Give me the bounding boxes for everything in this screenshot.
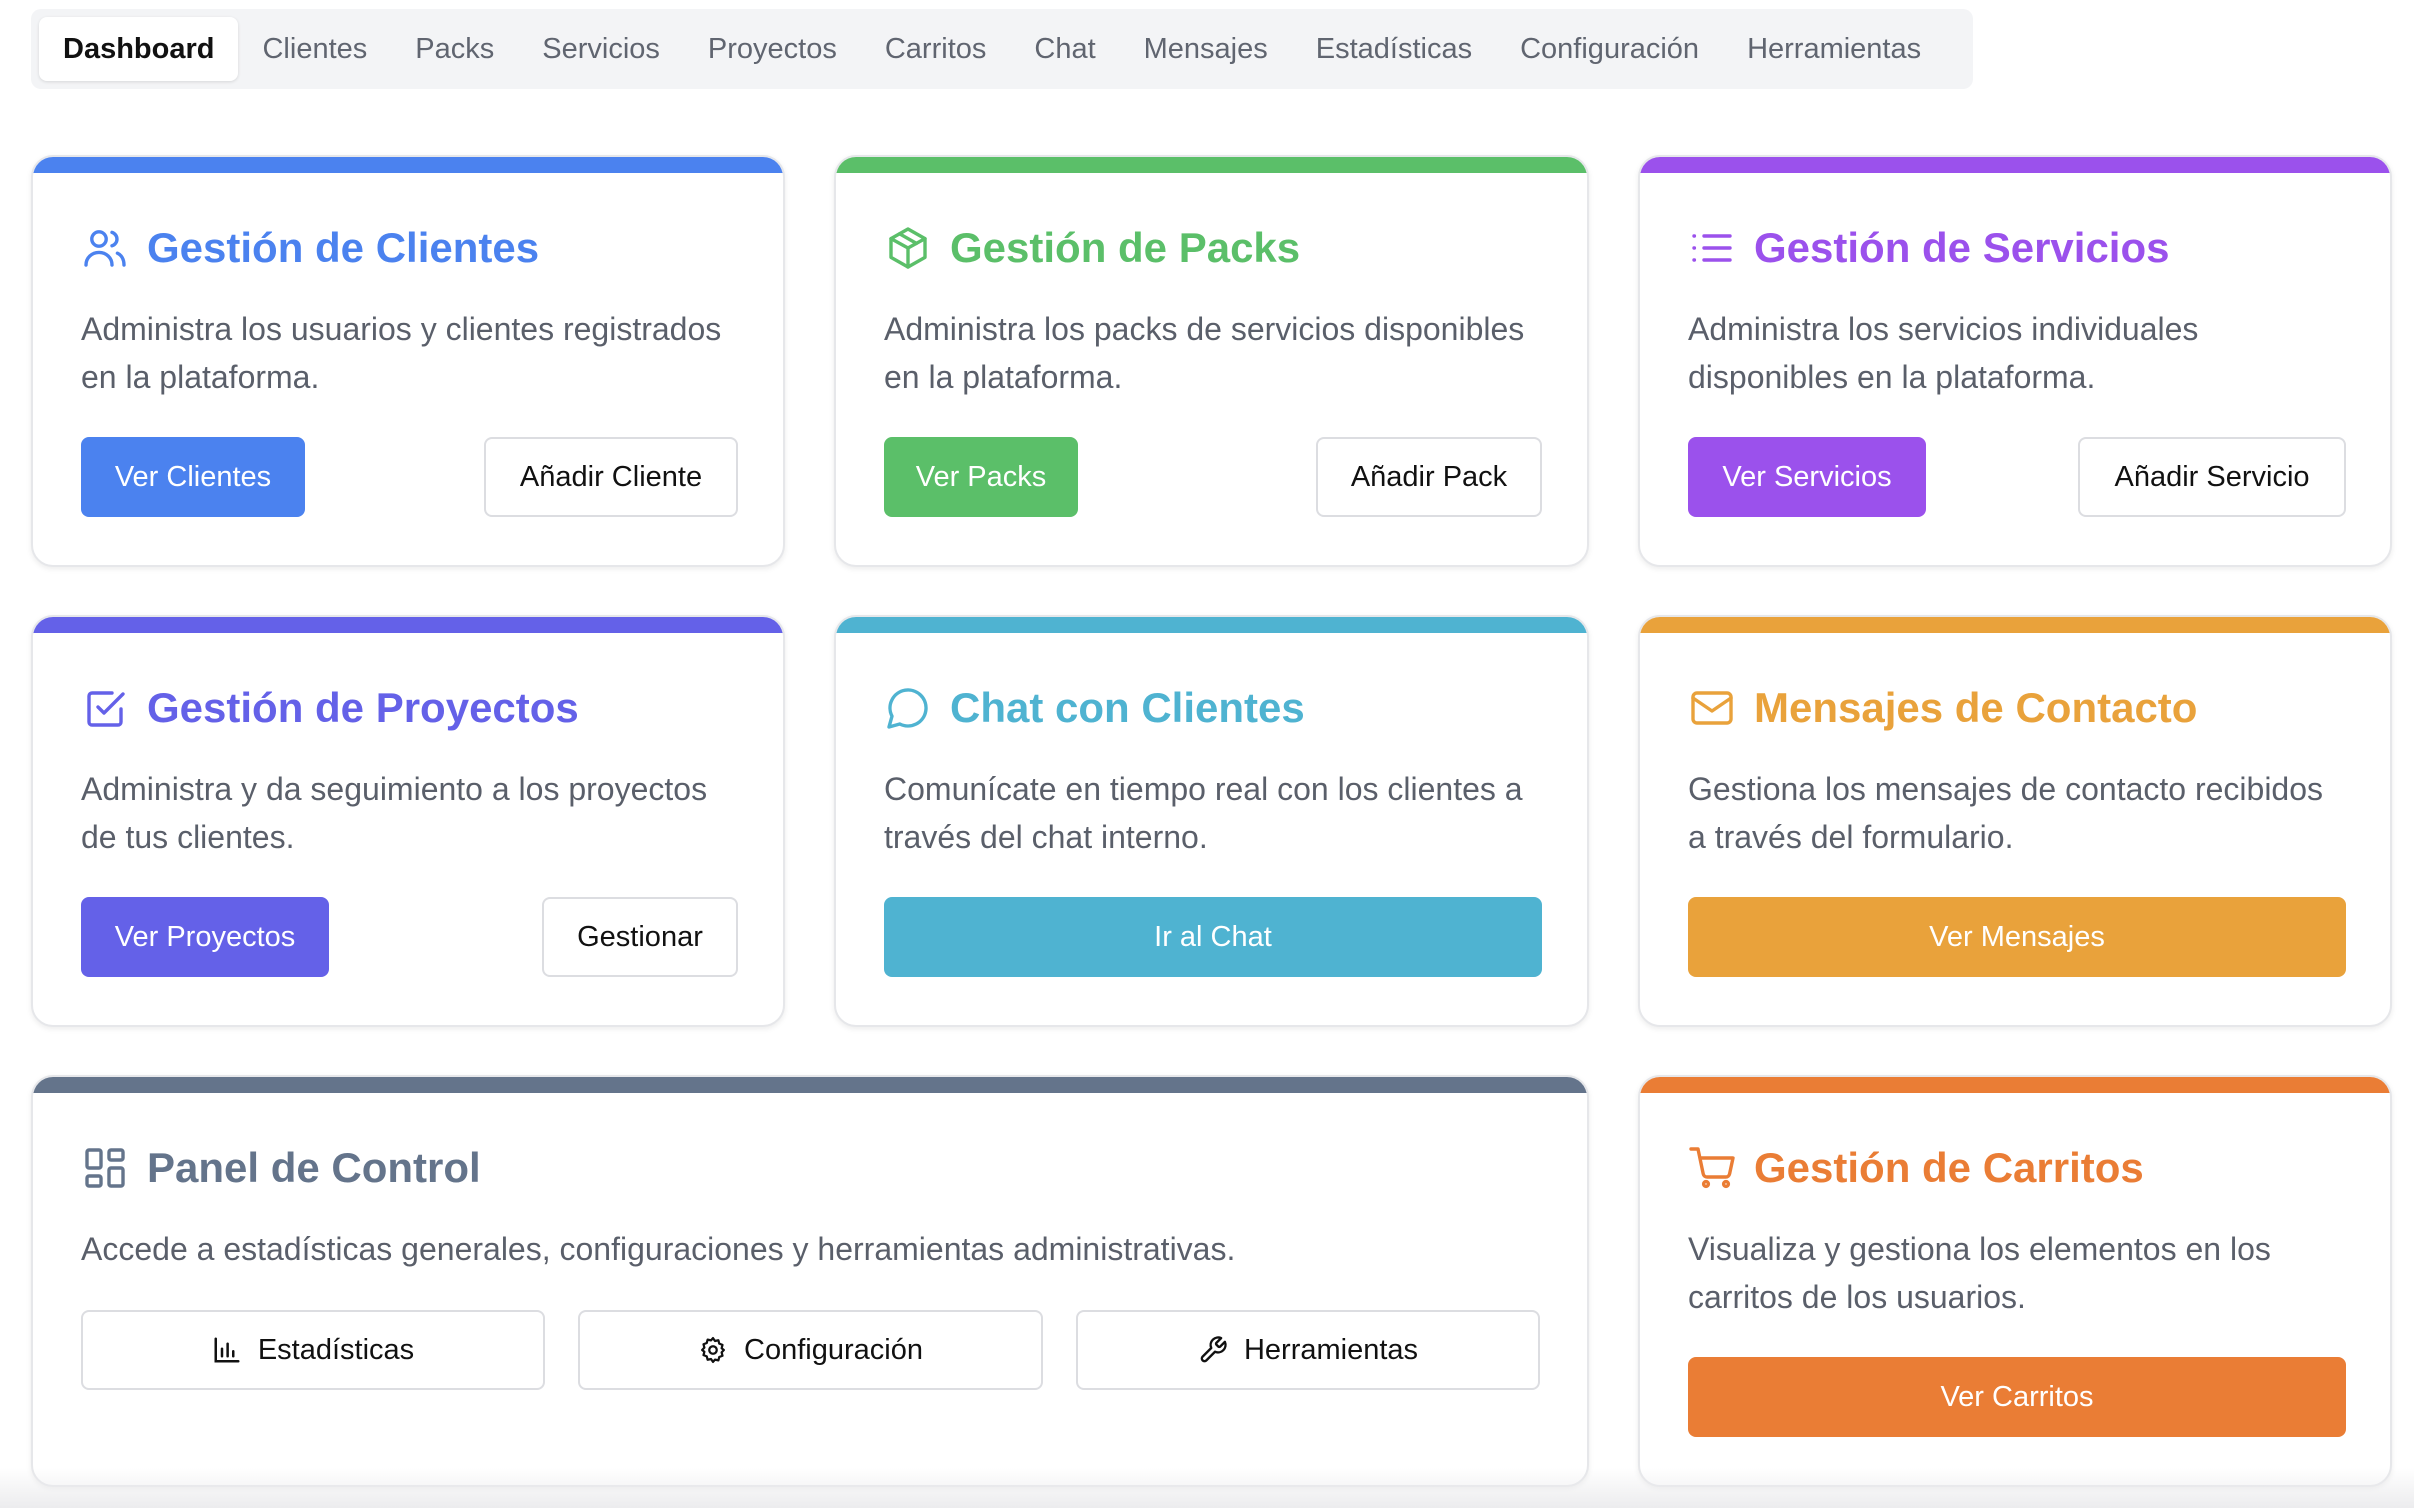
bar-chart-icon	[214, 1337, 240, 1363]
wrench-icon	[1200, 1336, 1227, 1363]
card-title: Gestión de Clientes	[81, 224, 539, 272]
card-title-text: Gestión de Carritos	[1754, 1144, 2144, 1191]
card-proyectos: Gestión de Proyectos Administra y da seg…	[31, 615, 785, 1027]
dashboard-grid-icon	[85, 1148, 125, 1188]
card-title: Gestión de Carritos	[1688, 1144, 2144, 1192]
tab-configuracion[interactable]: Configuración	[1496, 17, 1723, 81]
card-description: Administra los packs de servicios dispon…	[884, 311, 1525, 395]
chat-bubble-icon	[887, 688, 928, 729]
herramientas-button[interactable]: Herramientas	[1076, 1310, 1540, 1390]
card-title: Gestión de Packs	[884, 224, 1300, 272]
card-description: Gestiona los mensajes de contacto recibi…	[1688, 771, 2324, 855]
checkbox-icon	[87, 691, 125, 727]
card-title-text: Gestión de Clientes	[147, 224, 540, 271]
gestionar-button[interactable]: Gestionar	[542, 897, 738, 977]
gear-icon	[701, 1337, 726, 1363]
anadir-servicio-button[interactable]: Añadir Servicio	[2078, 437, 2346, 517]
card-title-text: Panel de Control	[147, 1144, 481, 1191]
card-clientes: Gestión de Clientes Administra los usuar…	[31, 155, 785, 567]
card-description: Administra los servicios individuales di…	[1688, 311, 2199, 395]
card-accent-bar	[836, 617, 1587, 633]
users-icon	[84, 230, 126, 267]
card-description: Administra y da seguimiento a los proyec…	[81, 771, 708, 855]
mail-icon	[1691, 691, 1733, 725]
tab-chat[interactable]: Chat	[1010, 17, 1119, 81]
anadir-pack-button[interactable]: Añadir Pack	[1316, 437, 1542, 517]
ver-carritos-button[interactable]: Ver Carritos	[1688, 1357, 2346, 1437]
button-label: Estadísticas	[257, 1333, 415, 1366]
card-description: Accede a estadísticas generales, configu…	[81, 1231, 1236, 1267]
card-title-text: Chat con Clientes	[950, 684, 1305, 731]
tab-herramientas[interactable]: Herramientas	[1723, 17, 1945, 81]
tab-mensajes[interactable]: Mensajes	[1120, 17, 1292, 81]
card-accent-bar	[836, 157, 1587, 173]
package-icon	[889, 227, 927, 269]
tab-estadisticas[interactable]: Estadísticas	[1292, 17, 1496, 81]
card-description: Administra los usuarios y clientes regis…	[81, 311, 722, 395]
tab-bar: Dashboard Clientes Packs Servicios Proye…	[31, 9, 1973, 89]
configuracion-button[interactable]: Configuración	[578, 1310, 1043, 1390]
list-icon	[1692, 234, 1732, 262]
card-title: Gestión de Proyectos	[81, 684, 579, 732]
ir-al-chat-button[interactable]: Ir al Chat	[884, 897, 1542, 977]
ver-proyectos-button[interactable]: Ver Proyectos	[81, 897, 329, 977]
button-label: Configuración	[744, 1333, 923, 1366]
card-accent-bar	[1640, 157, 2390, 173]
card-panel-control: Panel de Control Accede a estadísticas g…	[31, 1075, 1589, 1487]
card-title-text: Gestión de Servicios	[1754, 224, 2170, 271]
ver-clientes-button[interactable]: Ver Clientes	[81, 437, 305, 517]
estadisticas-button[interactable]: Estadísticas	[81, 1310, 545, 1390]
ver-packs-button[interactable]: Ver Packs	[884, 437, 1078, 517]
scroll-fade	[0, 1468, 2414, 1508]
tab-clientes[interactable]: Clientes	[238, 17, 391, 81]
tab-packs[interactable]: Packs	[391, 17, 518, 81]
card-accent-bar	[33, 617, 783, 633]
ver-servicios-button[interactable]: Ver Servicios	[1688, 437, 1926, 517]
anadir-cliente-button[interactable]: Añadir Cliente	[484, 437, 738, 517]
card-chat: Chat con Clientes Comunícate en tiempo r…	[834, 615, 1589, 1027]
card-accent-bar	[33, 157, 783, 173]
card-title-text: Gestión de Proyectos	[147, 684, 579, 731]
card-title-text: Mensajes de Contacto	[1754, 684, 2198, 731]
card-accent-bar	[33, 1077, 1587, 1093]
admin-dashboard: Dashboard Clientes Packs Servicios Proye…	[0, 0, 2414, 1508]
card-description: Visualiza y gestiona los elementos en lo…	[1688, 1231, 2271, 1315]
tab-dashboard[interactable]: Dashboard	[39, 17, 239, 81]
card-mensajes: Mensajes de Contacto Gestiona los mensaj…	[1638, 615, 2392, 1027]
card-accent-bar	[1640, 1077, 2390, 1093]
card-packs: Gestión de Packs Administra los packs de…	[834, 155, 1589, 567]
card-description: Comunícate en tiempo real con los client…	[884, 771, 1523, 855]
tab-proyectos[interactable]: Proyectos	[684, 17, 861, 81]
button-label: Herramientas	[1243, 1333, 1419, 1366]
cart-icon	[1689, 1147, 1735, 1189]
card-carritos: Gestión de Carritos Visualiza y gestiona…	[1638, 1075, 2392, 1487]
card-title: Panel de Control	[81, 1144, 481, 1192]
card-accent-bar	[1640, 617, 2390, 633]
card-title: Gestión de Servicios	[1688, 224, 2170, 272]
tab-servicios[interactable]: Servicios	[518, 17, 684, 81]
tab-carritos[interactable]: Carritos	[861, 17, 1011, 81]
card-title: Mensajes de Contacto	[1688, 684, 2197, 732]
card-title: Chat con Clientes	[884, 684, 1305, 732]
card-title-text: Gestión de Packs	[950, 224, 1301, 271]
card-servicios: Gestión de Servicios Administra los serv…	[1638, 155, 2392, 567]
ver-mensajes-button[interactable]: Ver Mensajes	[1688, 897, 2346, 977]
